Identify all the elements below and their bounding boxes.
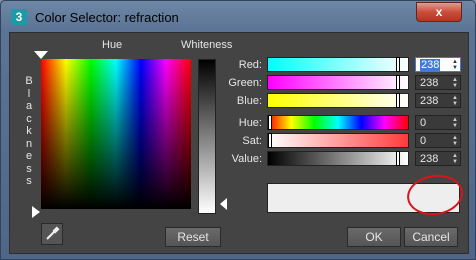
red-slider[interactable] <box>267 57 409 72</box>
hue-label: Hue <box>102 39 123 51</box>
blue-spinner[interactable]: 238 ▲ ▼ <box>415 93 461 108</box>
hue-blackness-picker[interactable] <box>41 59 191 209</box>
title-bar[interactable]: 3 Color Selector: refraction x <box>1 1 475 33</box>
spinner-arrows-icon[interactable]: ▲ ▼ <box>452 59 458 71</box>
blue-slider[interactable] <box>267 93 409 108</box>
hue-slider[interactable] <box>267 115 409 130</box>
eyedropper-button[interactable] <box>41 223 63 245</box>
reset-button[interactable]: Reset <box>165 227 221 247</box>
whiteness-slider[interactable] <box>198 59 216 214</box>
whiteness-marker[interactable] <box>220 198 227 210</box>
value-value[interactable]: 238 <box>420 153 438 165</box>
red-spinner[interactable]: 238 ▲ ▼ <box>415 57 461 72</box>
value-slider[interactable] <box>267 151 409 166</box>
spinner-arrows-icon[interactable]: ▲ ▼ <box>452 95 458 107</box>
spinner-arrows-icon[interactable]: ▲ ▼ <box>452 77 458 89</box>
green-slider[interactable] <box>267 75 409 90</box>
window-title: Color Selector: refraction <box>35 10 179 25</box>
green-spinner[interactable]: 238 ▲ ▼ <box>415 75 461 90</box>
sat-value[interactable]: 0 <box>420 135 426 147</box>
blue-label: Blue: <box>236 95 262 107</box>
color-selector-window: 3 Color Selector: refraction x Hue White… <box>0 0 476 260</box>
spinner-arrows-icon[interactable]: ▲ ▼ <box>452 135 458 147</box>
blackness-label: B l a c k n e s s <box>25 75 33 187</box>
spinner-arrows-icon[interactable]: ▲ ▼ <box>452 153 458 165</box>
green-slider-thumb[interactable] <box>396 75 400 90</box>
hue-slider-thumb[interactable] <box>268 115 272 130</box>
app-icon: 3 <box>11 9 27 25</box>
eyedropper-icon <box>46 226 60 240</box>
ok-button[interactable]: OK <box>347 227 401 247</box>
red-value[interactable]: 238 <box>420 59 441 71</box>
spinner-arrows-icon[interactable]: ▲ ▼ <box>452 117 458 129</box>
sat-slider[interactable] <box>267 133 409 148</box>
cancel-button[interactable]: Cancel <box>404 227 458 247</box>
dialog-body: Hue Whiteness B l a c k n e s s Red: 238… <box>9 32 469 254</box>
hue-marker[interactable] <box>34 51 48 59</box>
value-slider-thumb[interactable] <box>396 151 400 166</box>
hue-spinner[interactable]: 0 ▲ ▼ <box>415 115 461 130</box>
blackness-marker[interactable] <box>32 206 40 218</box>
hue-value[interactable]: 0 <box>420 117 426 129</box>
red-label: Red: <box>238 59 262 71</box>
red-slider-thumb[interactable] <box>396 57 400 72</box>
blue-slider-thumb[interactable] <box>396 93 400 108</box>
value-spinner[interactable]: 238 ▲ ▼ <box>415 151 461 166</box>
hue-field-label: Hue: <box>238 117 262 129</box>
sat-spinner[interactable]: 0 ▲ ▼ <box>415 133 461 148</box>
sat-slider-thumb[interactable] <box>268 133 272 148</box>
sat-label: Sat: <box>242 135 262 147</box>
whiteness-label: Whiteness <box>181 39 233 51</box>
close-button[interactable]: x <box>416 2 462 22</box>
green-value[interactable]: 238 <box>420 77 438 89</box>
blue-value[interactable]: 238 <box>420 95 438 107</box>
value-label: Value: <box>231 153 262 165</box>
green-label: Green: <box>228 77 262 89</box>
